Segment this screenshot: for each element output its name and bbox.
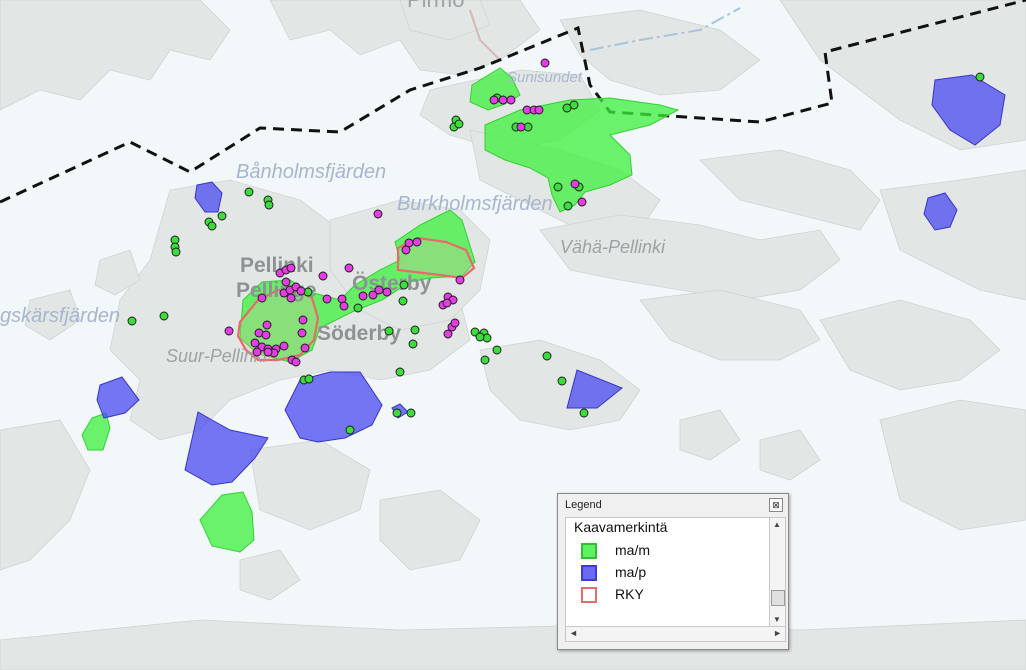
place-label-suur-pellinki: Suur-Pellinki — [166, 346, 268, 366]
place-label-vaha-pellinki: Vähä-Pellinki — [560, 237, 666, 257]
magenta-point-marker — [261, 330, 271, 340]
green-point-marker — [492, 345, 502, 355]
magenta-point-marker — [382, 287, 392, 297]
legend-vertical-scrollbar[interactable]: ▲ ▼ — [769, 517, 786, 627]
green-point-marker — [410, 325, 420, 335]
magenta-point-marker — [374, 285, 384, 295]
green-point-marker — [395, 367, 405, 377]
magenta-point-marker — [489, 95, 499, 105]
legend-content: Kaavamerkintä ma/m ma/p RKY — [565, 517, 771, 627]
magenta-point-marker — [263, 347, 273, 357]
magenta-point-marker — [224, 326, 234, 336]
green-point-marker — [399, 280, 409, 290]
green-point-marker — [384, 326, 394, 336]
magenta-point-marker — [442, 298, 452, 308]
magenta-point-marker — [262, 320, 272, 330]
magenta-point-marker — [570, 179, 580, 189]
legend-header: Legend ⊠ — [558, 494, 788, 516]
legend-label: ma/p — [615, 564, 647, 580]
green-point-marker — [398, 296, 408, 306]
legend-label: RKY — [615, 586, 644, 602]
magenta-point-marker — [401, 245, 411, 255]
magenta-point-marker — [291, 357, 301, 367]
green-point-marker — [304, 374, 314, 384]
magenta-point-marker — [443, 329, 453, 339]
green-point-marker — [207, 221, 217, 231]
green-point-marker — [562, 103, 572, 113]
green-point-marker — [557, 376, 567, 386]
magenta-point-marker — [300, 343, 310, 353]
land-bottom-strip — [0, 619, 1026, 670]
magenta-point-marker — [373, 209, 383, 219]
magenta-point-marker — [252, 347, 262, 357]
magenta-point-marker — [498, 95, 508, 105]
green-point-marker — [345, 425, 355, 435]
magenta-point-marker — [358, 291, 368, 301]
magenta-point-marker — [540, 58, 550, 68]
legend-title: Legend — [565, 499, 602, 511]
green-point-marker — [264, 200, 274, 210]
scroll-right-icon[interactable]: ► — [773, 628, 782, 638]
place-label-pirmo: Pirmo — [407, 0, 464, 12]
place-label-banholmsfjarden: Bånholmsfjärden — [236, 161, 386, 183]
magenta-point-marker — [450, 318, 460, 328]
close-icon[interactable]: ⊠ — [769, 498, 783, 512]
green-point-marker — [454, 119, 464, 129]
magenta-point-marker — [577, 197, 587, 207]
magenta-point-marker — [318, 271, 328, 281]
green-point-marker — [244, 187, 254, 197]
magenta-point-marker — [516, 122, 526, 132]
legend-horizontal-scrollbar[interactable]: ◄ ► — [565, 626, 786, 642]
green-point-marker — [480, 355, 490, 365]
magenta-point-marker — [455, 275, 465, 285]
scroll-thumb[interactable] — [771, 590, 785, 606]
magenta-point-marker — [286, 263, 296, 273]
legend-swatch-rky — [581, 587, 597, 603]
legend-swatch-ma-p — [581, 565, 597, 581]
magenta-point-marker — [297, 328, 307, 338]
magenta-point-marker — [257, 293, 267, 303]
legend-swatch-ma-m — [581, 543, 597, 559]
green-point-marker — [217, 211, 227, 221]
green-point-marker — [563, 201, 573, 211]
legend-label: ma/m — [615, 542, 650, 558]
green-point-marker — [553, 182, 563, 192]
place-label-sunisundet: Sunisundet — [507, 69, 583, 86]
legend-heading: Kaavamerkintä — [574, 519, 668, 535]
magenta-point-marker — [412, 237, 422, 247]
magenta-point-marker — [279, 341, 289, 351]
place-label-osterby: Österby — [352, 272, 432, 295]
magenta-point-marker — [322, 294, 332, 304]
magenta-point-marker — [296, 286, 306, 296]
magenta-point-marker — [344, 263, 354, 273]
green-point-marker — [392, 408, 402, 418]
green-point-marker — [159, 311, 169, 321]
green-point-marker — [542, 351, 552, 361]
scroll-down-icon[interactable]: ▼ — [773, 615, 781, 624]
green-point-marker — [353, 303, 363, 313]
magenta-point-marker — [281, 277, 291, 287]
place-label-gskarsfjarden: gskärsfjärden — [0, 305, 120, 327]
place-label-burkholmsfjarden: Burkholmsfjärden — [397, 193, 553, 215]
magenta-point-marker — [534, 105, 544, 115]
green-point-marker — [406, 408, 416, 418]
magenta-point-marker — [298, 315, 308, 325]
green-point-marker — [127, 316, 137, 326]
scroll-left-icon[interactable]: ◄ — [569, 628, 578, 638]
map-canvas[interactable]: Pirmo Sunisundet Bånholmsfjärden Burkhol… — [0, 0, 1026, 670]
green-point-marker — [408, 339, 418, 349]
green-point-marker — [475, 332, 485, 342]
magenta-point-marker — [339, 301, 349, 311]
legend-panel: Legend ⊠ Kaavamerkintä ma/m ma/p RKY ▲ ▼… — [557, 493, 789, 650]
green-point-marker — [975, 72, 985, 82]
green-point-marker — [579, 408, 589, 418]
magenta-point-marker — [286, 293, 296, 303]
magenta-point-marker — [506, 95, 516, 105]
scroll-up-icon[interactable]: ▲ — [773, 520, 781, 529]
green-point-marker — [171, 247, 181, 257]
